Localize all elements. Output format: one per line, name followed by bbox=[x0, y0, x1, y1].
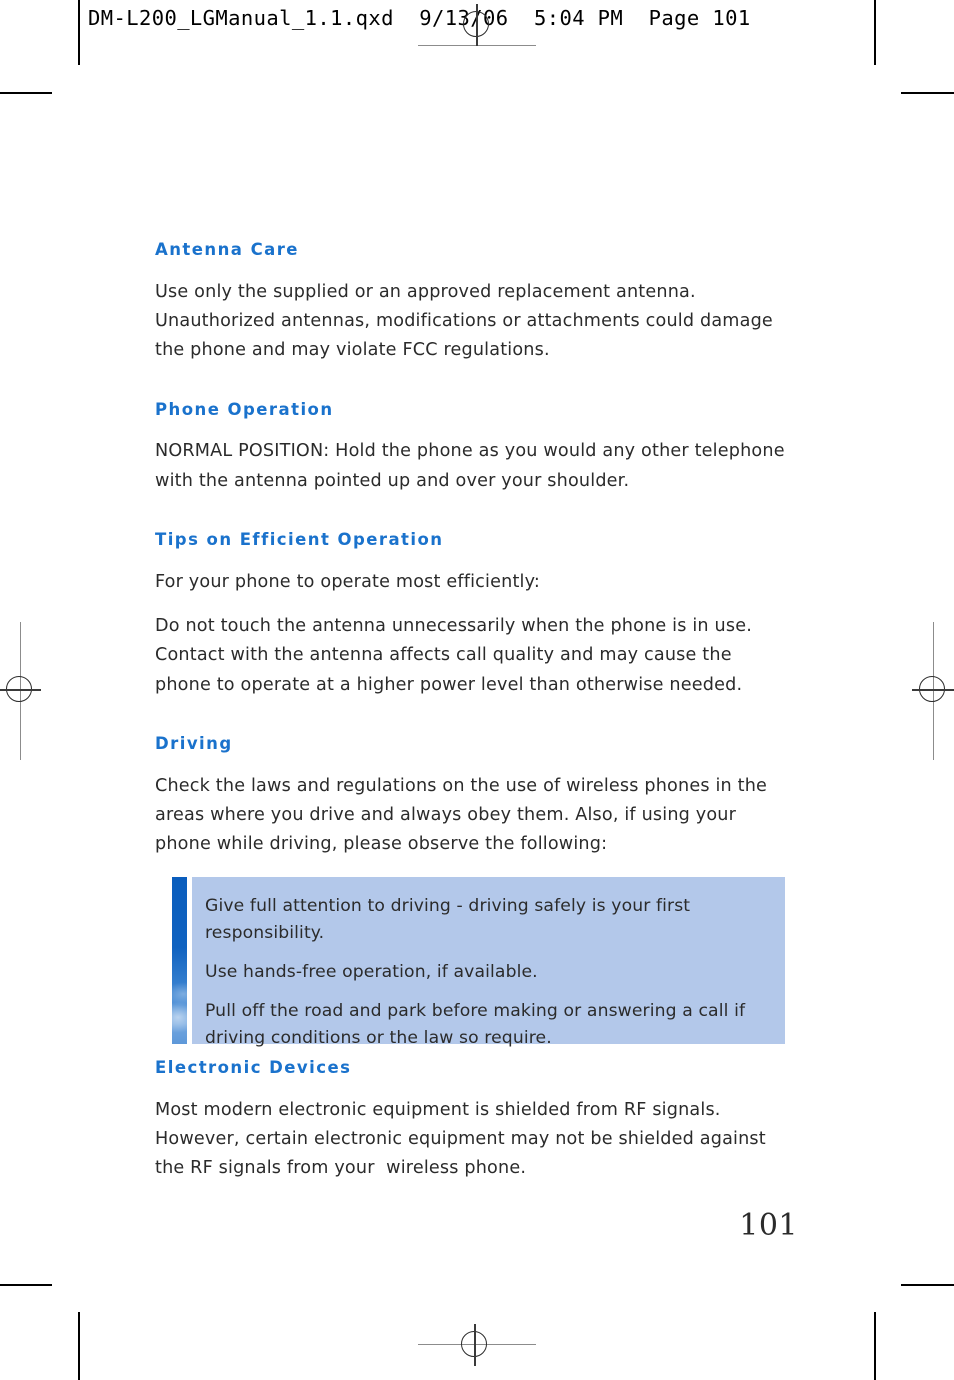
section-heading-phone-operation: Phone Operation bbox=[155, 399, 334, 419]
section-electronic-devices: Electronic Devices Most modern electroni… bbox=[155, 1058, 789, 1184]
crop-mark-bottom-left-vertical bbox=[78, 1312, 80, 1380]
section-paragraph: NORMAL POSITION: Hold the phone as you w… bbox=[155, 441, 785, 491]
crop-mark-bottom-right-horizontal bbox=[901, 1284, 954, 1286]
callout-item: Use hands-free operation, if available. bbox=[205, 961, 538, 982]
page-number: 101 bbox=[739, 1208, 798, 1243]
section-driving: Driving Check the laws and regulations o… bbox=[155, 734, 789, 1048]
callout-panel: Give full attention to driving - driving… bbox=[192, 876, 785, 1048]
section-paragraph: Do not touch the antenna unnecessarily w… bbox=[155, 616, 752, 695]
callout-item: Pull off the road and park before making… bbox=[205, 1000, 746, 1048]
section-paragraph: Most modern electronic equipment is shie… bbox=[155, 1099, 766, 1179]
registration-crosshair-vertical bbox=[474, 1324, 476, 1366]
section-paragraph: For your phone to operate most efficient… bbox=[155, 571, 541, 592]
crop-mark-bottom-right-vertical bbox=[874, 1312, 876, 1380]
registration-target-top bbox=[457, 4, 497, 46]
section-tips-on-efficient-operation: Tips on Efficient Operation For your pho… bbox=[155, 530, 789, 700]
section-heading-electronic-devices: Electronic Devices bbox=[155, 1057, 352, 1077]
callout-item: Give full attention to driving - driving… bbox=[205, 895, 691, 943]
registration-crosshair-horizontal bbox=[0, 689, 41, 691]
driving-notice-callout: Give full attention to driving - driving… bbox=[155, 876, 789, 1048]
registration-crosshair-vertical bbox=[476, 4, 478, 46]
crop-mark-top-right-horizontal bbox=[901, 92, 954, 94]
crop-mark-top-left-vertical bbox=[78, 0, 80, 65]
section-heading-driving: Driving bbox=[155, 734, 233, 754]
crop-mark-top-left-horizontal bbox=[0, 92, 52, 94]
registration-target-bottom bbox=[455, 1324, 495, 1366]
callout-accent-bar bbox=[172, 876, 187, 1044]
page-content: Antenna Care Use only the supplied or an… bbox=[155, 240, 789, 1183]
registration-target-left bbox=[0, 670, 41, 710]
crop-mark-bottom-left-horizontal bbox=[0, 1284, 52, 1286]
section-heading-tips-on-efficient-operation: Tips on Efficient Operation bbox=[155, 530, 444, 550]
crop-mark-top-right-vertical bbox=[874, 0, 876, 65]
section-paragraph: Use only the supplied or an approved rep… bbox=[155, 281, 773, 361]
registration-crosshair-horizontal bbox=[912, 689, 954, 691]
section-antenna-care: Antenna Care Use only the supplied or an… bbox=[155, 240, 789, 366]
section-heading-antenna-care: Antenna Care bbox=[155, 240, 299, 259]
registration-target-right bbox=[912, 670, 954, 710]
section-paragraph: Check the laws and regulations on the us… bbox=[155, 775, 768, 855]
print-header-filename-stamp: DM-L200_LGManual_1.1.qxd 9/13/06 5:04 PM… bbox=[88, 6, 751, 30]
section-phone-operation: Phone Operation NORMAL POSITION: Hold th… bbox=[155, 400, 789, 496]
